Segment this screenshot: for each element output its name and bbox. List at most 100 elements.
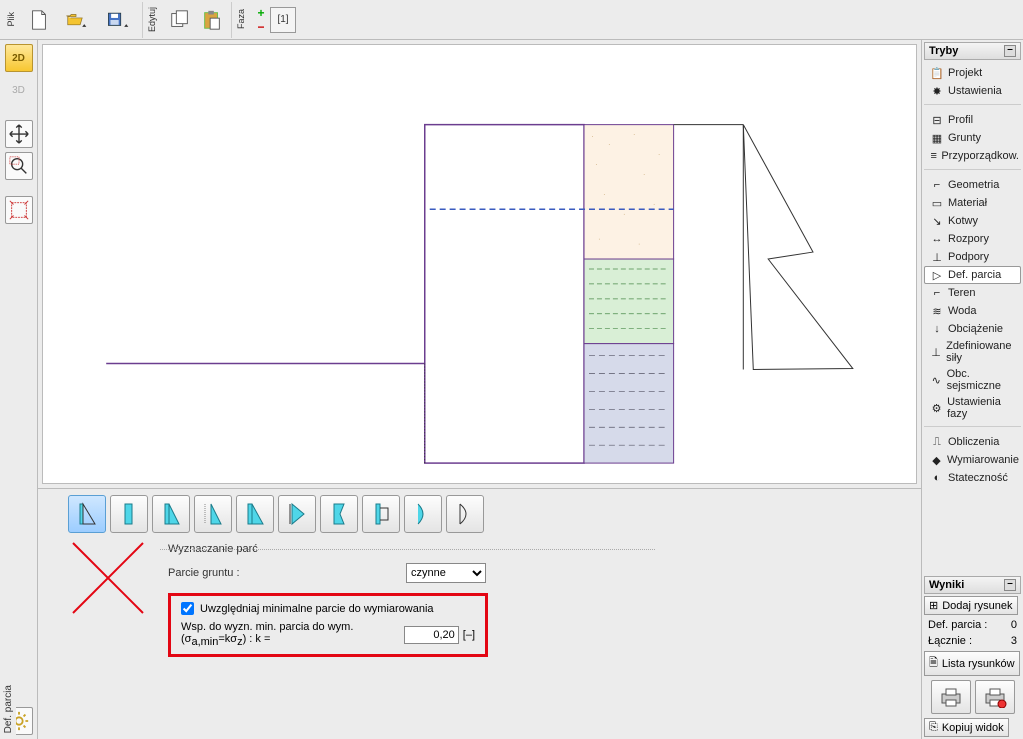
tree-item-teren[interactable]: ⌐Teren bbox=[924, 284, 1021, 302]
tree-item-przyporz[interactable]: ≡Przyporządkow. bbox=[924, 147, 1021, 165]
pressure-mode-8[interactable] bbox=[362, 495, 400, 533]
pressure-mode-6[interactable] bbox=[278, 495, 316, 533]
pressure-mode-4[interactable] bbox=[194, 495, 232, 533]
geometria-icon: ⌐ bbox=[930, 178, 944, 192]
projekt-icon: 📋 bbox=[930, 66, 944, 80]
tree-item-statecznosc[interactable]: ◐Stateczność bbox=[924, 469, 1021, 487]
fit-view-button[interactable] bbox=[5, 196, 33, 224]
coef-label: Wsp. do wyzn. min. parcia do wym. (σa,mi… bbox=[181, 621, 400, 648]
add-drawing-button[interactable]: ⊞ Dodaj rysunek bbox=[924, 596, 1018, 615]
tree-item-label: Obc. sejsmiczne bbox=[947, 368, 1019, 392]
copy-view-button[interactable]: ⎘ Kopiuj widok bbox=[924, 718, 1009, 737]
tree-item-projekt[interactable]: 📋Projekt bbox=[924, 64, 1021, 82]
teren-icon: ⌐ bbox=[930, 286, 944, 300]
pressure-mode-5[interactable] bbox=[236, 495, 274, 533]
parcie-gruntu-select[interactable]: czynne bbox=[406, 563, 486, 583]
coef-k-input[interactable] bbox=[404, 626, 459, 644]
tree-item-woda[interactable]: ≋ Woda bbox=[924, 302, 1021, 320]
tree-item-grunty[interactable]: ▦ Grunty bbox=[924, 129, 1021, 147]
tree-item-kotwy[interactable]: ↘Kotwy bbox=[924, 212, 1021, 230]
drawing-list-button[interactable]: 🗎 Lista rysunków bbox=[924, 651, 1020, 676]
tree-item-obcsejsm[interactable]: ∿Obc. sejsmiczne bbox=[924, 366, 1021, 394]
tree-item-defparcia[interactable]: ▷Def. parcia bbox=[924, 266, 1021, 284]
print-color-button[interactable] bbox=[975, 680, 1015, 714]
drawing-viewport[interactable] bbox=[42, 44, 917, 484]
phase-tab-1[interactable]: [1] bbox=[270, 7, 296, 33]
results-panel-title: Wyniki bbox=[929, 579, 964, 591]
phase-menu-label[interactable]: Faza bbox=[234, 9, 248, 29]
pressure-mode-10[interactable] bbox=[446, 495, 484, 533]
statecznosc-icon: ◐ bbox=[930, 471, 944, 485]
phase-add-remove: + − bbox=[254, 6, 268, 34]
new-file-button[interactable] bbox=[24, 5, 54, 35]
tree-item-label: Grunty bbox=[948, 132, 981, 144]
status-mode-label: Def. parcia bbox=[3, 679, 14, 739]
obliczenia-icon: ⎍ bbox=[930, 435, 944, 449]
tree-item-rozpory[interactable]: ↔Rozpory bbox=[924, 230, 1021, 248]
add-drawing-icon: ⊞ bbox=[929, 599, 938, 612]
phase-remove-button[interactable]: − bbox=[254, 20, 268, 34]
tree-item-label: Ustawienia fazy bbox=[947, 396, 1019, 420]
results-panel-minimize[interactable]: – bbox=[1004, 579, 1016, 591]
ustawienia-icon: ✸ bbox=[930, 84, 944, 98]
grunty-icon: ▦ bbox=[930, 131, 944, 145]
center-column: Wyznaczanie parć Parcie gruntu : czynne … bbox=[38, 40, 921, 739]
print-buttons bbox=[922, 678, 1023, 716]
kotwy-icon: ↘ bbox=[930, 214, 944, 228]
tree-item-profil[interactable]: ⊟Profil bbox=[924, 111, 1021, 129]
pressure-mode-7[interactable] bbox=[320, 495, 358, 533]
zdefsily-icon: ⊥ bbox=[930, 345, 942, 359]
file-menu-label[interactable]: Plik bbox=[4, 12, 18, 27]
save-file-button[interactable] bbox=[98, 5, 138, 35]
parcie-gruntu-row: Parcie gruntu : czynne bbox=[168, 563, 915, 583]
copy-view-icon: ⎘ bbox=[929, 721, 938, 734]
view-3d-button[interactable]: 3D bbox=[5, 76, 33, 104]
red-x-icon bbox=[68, 538, 148, 618]
woda-icon: ≋ bbox=[930, 304, 944, 318]
tree-item-wymiar[interactable]: ◆Wymiarowanie bbox=[924, 451, 1021, 469]
tree-item-obciazenie[interactable]: ↓Obciążenie bbox=[924, 320, 1021, 338]
pressure-mode-3[interactable] bbox=[152, 495, 190, 533]
open-file-button[interactable] bbox=[56, 5, 96, 35]
min-pressure-checkbox-label: Uwzględniaj minimalne parcie do wymiarow… bbox=[200, 603, 434, 615]
form-area: Wyznaczanie parć Parcie gruntu : czynne … bbox=[68, 543, 915, 657]
list-icon: 🗎 bbox=[929, 654, 938, 673]
pressure-mode-buttons bbox=[68, 495, 915, 533]
modes-panel-title: Tryby bbox=[929, 45, 958, 57]
tree-item-zdefsily[interactable]: ⊥Zdefiniowane siły bbox=[924, 338, 1021, 366]
modes-panel-header: Tryby – bbox=[924, 42, 1021, 60]
rozpory-icon: ↔ bbox=[930, 232, 944, 246]
tree-item-ustawienia[interactable]: ✸ Ustawienia bbox=[924, 82, 1021, 100]
print-button[interactable] bbox=[931, 680, 971, 714]
paste-button[interactable] bbox=[197, 5, 227, 35]
view-2d-button[interactable]: 2D bbox=[5, 44, 33, 72]
pressure-mode-1[interactable] bbox=[68, 495, 106, 533]
tree-item-ustfazy[interactable]: ⚙ Ustawienia fazy bbox=[924, 394, 1021, 422]
modes-panel-minimize[interactable]: – bbox=[1004, 45, 1016, 57]
fieldset-title: Wyznaczanie parć bbox=[168, 543, 915, 555]
pan-button[interactable] bbox=[5, 120, 33, 148]
zoom-button[interactable] bbox=[5, 152, 33, 180]
pressure-mode-9[interactable] bbox=[404, 495, 442, 533]
ustfazy-icon: ⚙ bbox=[930, 401, 943, 415]
tree-item-podpory[interactable]: ⊥Podpory bbox=[924, 248, 1021, 266]
coef-unit: [–] bbox=[463, 629, 475, 641]
tree-item-obliczenia[interactable]: ⎍Obliczenia bbox=[924, 433, 1021, 451]
edit-group bbox=[161, 2, 232, 38]
copy-button[interactable] bbox=[165, 5, 195, 35]
material-icon: ▭ bbox=[930, 196, 944, 210]
bottom-panel: Wyznaczanie parć Parcie gruntu : czynne … bbox=[38, 488, 921, 739]
pressure-mode-2[interactable] bbox=[110, 495, 148, 533]
tree-item-material[interactable]: ▭Materiał bbox=[924, 194, 1021, 212]
main-area: 2D 3D Def. parcia bbox=[0, 40, 1023, 739]
min-pressure-checkbox[interactable] bbox=[181, 602, 194, 615]
tree-item-label: Obciążenie bbox=[948, 323, 1003, 335]
tree-item-label: Ustawienia bbox=[948, 85, 1002, 97]
form-fields: Wyznaczanie parć Parcie gruntu : czynne … bbox=[168, 543, 915, 657]
tree-item-label: Woda bbox=[948, 305, 977, 317]
phase-add-button[interactable]: + bbox=[254, 6, 268, 20]
tree-item-label: Przyporządkow. bbox=[941, 150, 1019, 162]
file-group bbox=[20, 2, 143, 38]
tree-item-geometria[interactable]: ⌐Geometria bbox=[924, 176, 1021, 194]
edit-menu-label[interactable]: Edytuj bbox=[145, 7, 159, 32]
